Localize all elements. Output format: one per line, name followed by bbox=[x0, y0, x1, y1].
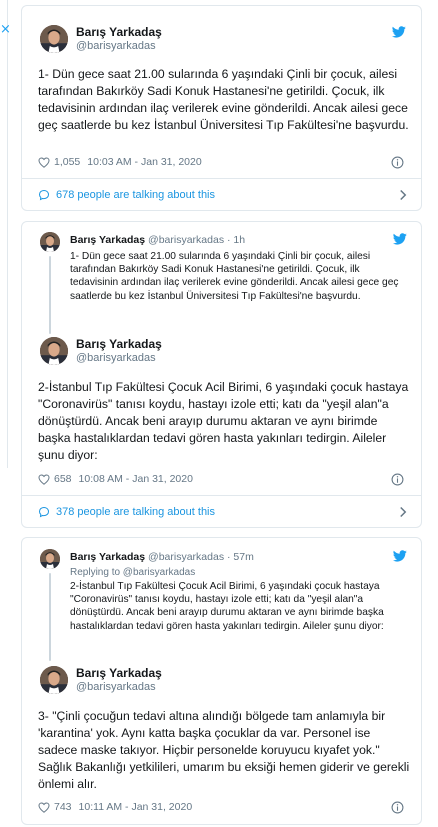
side-panel-edge bbox=[0, 0, 8, 468]
tweet-text: 3- "Çinli çocuğun tedavi altına alındığı… bbox=[38, 709, 410, 791]
tweet-meta: 743 10:11 AM - Jan 31, 2020 bbox=[38, 801, 192, 813]
close-icon[interactable]: × bbox=[0, 22, 11, 37]
chevron-right-icon bbox=[399, 189, 407, 201]
info-icon[interactable] bbox=[391, 473, 404, 486]
quoted-author-name[interactable]: Barış Yarkadaş bbox=[70, 551, 145, 563]
tweet-meta: 1,055 10:03 AM - Jan 31, 2020 bbox=[38, 156, 202, 168]
quoted-text: 1- Dün gece saat 21.00 sularında 6 yaşın… bbox=[70, 251, 399, 302]
heart-icon[interactable] bbox=[38, 474, 50, 485]
chevron-right-icon bbox=[399, 506, 407, 518]
info-icon[interactable] bbox=[391, 801, 404, 814]
author-name[interactable]: Barış Yarkadaş bbox=[76, 337, 162, 351]
tweet-card-3[interactable]: Barış Yarkadaş @barisyarkadas · 57m Repl… bbox=[21, 537, 422, 825]
timestamp[interactable]: 10:03 AM - Jan 31, 2020 bbox=[87, 156, 201, 168]
quoted-avatar[interactable] bbox=[40, 549, 60, 569]
author-handle[interactable]: @barisyarkadas bbox=[76, 40, 156, 52]
avatar[interactable] bbox=[40, 666, 68, 694]
talking-link[interactable]: 678 people are talking about this bbox=[22, 178, 421, 212]
avatar[interactable] bbox=[40, 25, 68, 53]
heart-icon[interactable] bbox=[38, 802, 50, 813]
quoted-header: Barış Yarkadaş @barisyarkadas · 1h bbox=[70, 234, 246, 246]
quoted-author-name[interactable]: Barış Yarkadaş bbox=[70, 234, 145, 246]
author-handle[interactable]: @barisyarkadas bbox=[76, 352, 156, 364]
tweet-text: 1- Dün gece saat 21.00 sularında 6 yaşın… bbox=[38, 67, 409, 132]
author-name[interactable]: Barış Yarkadaş bbox=[76, 25, 162, 39]
author-name[interactable]: Barış Yarkadaş bbox=[76, 666, 162, 680]
comment-bubble-icon bbox=[38, 189, 50, 201]
thread-line bbox=[49, 573, 51, 661]
quoted-author-handle[interactable]: @barisyarkadas bbox=[148, 551, 224, 563]
quoted-author-handle[interactable]: @barisyarkadas bbox=[148, 234, 224, 246]
timestamp[interactable]: 10:11 AM - Jan 31, 2020 bbox=[79, 801, 193, 813]
talking-label: 378 people are talking about this bbox=[56, 506, 216, 518]
info-icon[interactable] bbox=[391, 156, 404, 169]
replying-to[interactable]: Replying to @barisyarkadas bbox=[70, 567, 195, 578]
author-handle[interactable]: @barisyarkadas bbox=[76, 681, 156, 693]
twitter-bird-icon[interactable] bbox=[393, 233, 407, 245]
tweet-meta: 658 10:08 AM - Jan 31, 2020 bbox=[38, 473, 193, 485]
quoted-age[interactable]: 57m bbox=[233, 551, 253, 563]
twitter-bird-icon[interactable] bbox=[393, 550, 407, 562]
timestamp[interactable]: 10:08 AM - Jan 31, 2020 bbox=[79, 473, 193, 485]
tweet-card-1[interactable]: Barış Yarkadaş @barisyarkadas 1- Dün gec… bbox=[21, 5, 422, 211]
avatar[interactable] bbox=[40, 337, 68, 365]
quoted-header: Barış Yarkadaş @barisyarkadas · 57m bbox=[70, 551, 254, 563]
tweet-text: 2-İstanbul Tıp Fakültesi Çocuk Acil Biri… bbox=[38, 380, 409, 462]
quoted-text: 2-İstanbul Tıp Fakültesi Çocuk Acil Biri… bbox=[70, 581, 384, 632]
twitter-bird-icon[interactable] bbox=[392, 26, 406, 38]
like-count: 1,055 bbox=[54, 156, 81, 168]
thread-line bbox=[49, 256, 51, 334]
tweet-card-2[interactable]: Barış Yarkadaş @barisyarkadas · 1h 1- Dü… bbox=[21, 221, 422, 528]
talking-label: 678 people are talking about this bbox=[56, 189, 216, 201]
talking-link[interactable]: 378 people are talking about this bbox=[22, 495, 421, 529]
quoted-age[interactable]: 1h bbox=[233, 234, 245, 246]
quoted-avatar[interactable] bbox=[40, 232, 60, 252]
comment-bubble-icon bbox=[38, 506, 50, 518]
like-count: 658 bbox=[54, 473, 72, 485]
heart-icon[interactable] bbox=[38, 157, 50, 168]
like-count: 743 bbox=[54, 801, 72, 813]
